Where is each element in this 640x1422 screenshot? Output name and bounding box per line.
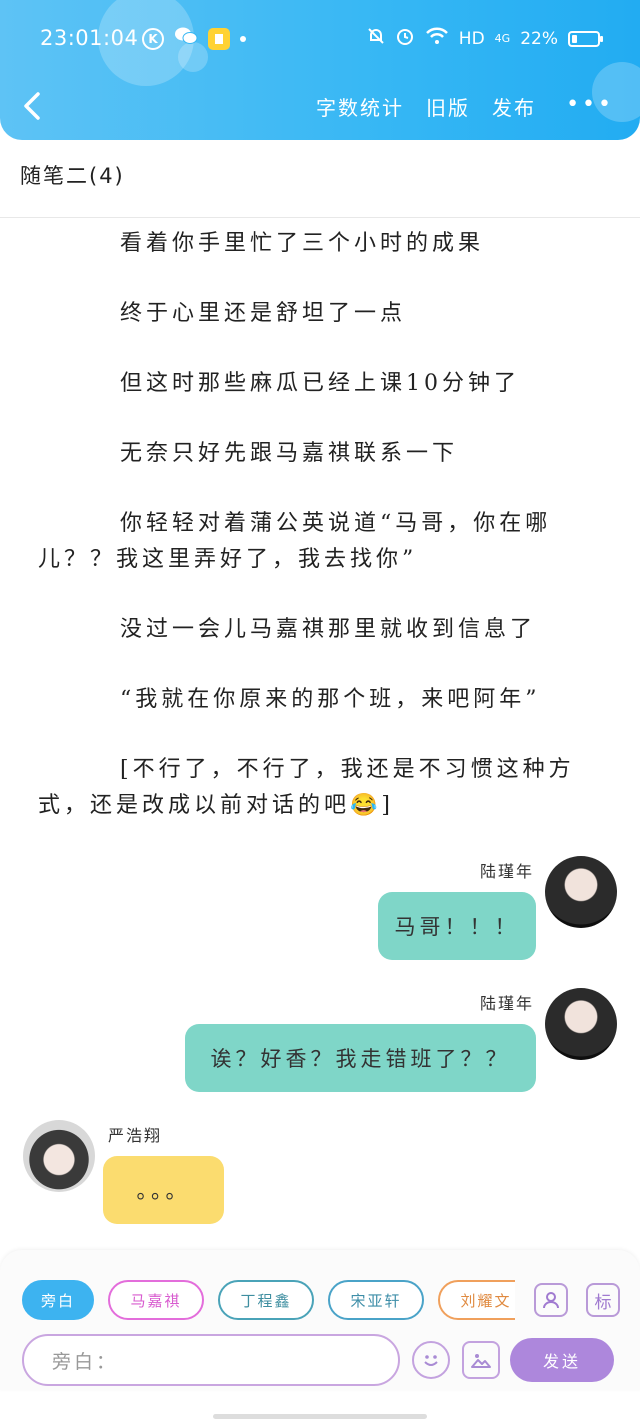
chevron-left-icon	[24, 92, 40, 120]
back-button[interactable]	[20, 88, 52, 128]
sender-name: 严浩翔	[108, 1126, 163, 1145]
publish-button[interactable]: 发布	[492, 92, 536, 121]
network-type: HD	[458, 28, 485, 49]
more-button[interactable]: •••	[566, 92, 614, 117]
chapter-title[interactable]: 随笔二(4)	[20, 160, 125, 190]
mute-bell-icon	[367, 27, 385, 50]
notification-dot-icon	[240, 35, 246, 42]
wechat-icon	[174, 26, 198, 51]
battery-fill	[572, 34, 577, 43]
old-version-button[interactable]: 旧版	[426, 92, 470, 121]
smiley-icon	[424, 1355, 438, 1366]
message-bubble[interactable]: 。。。	[103, 1156, 224, 1224]
paragraph[interactable]: 但这时那些麻瓜已经上课10分钟了	[38, 366, 608, 402]
image-icon	[471, 1354, 491, 1368]
notes-app-icon	[208, 27, 230, 50]
role-selector: 旁白 马嘉祺 丁程鑫 宋亚轩 刘耀文	[22, 1280, 515, 1320]
send-button[interactable]: 发送	[510, 1338, 614, 1382]
paragraph[interactable]: 没过一会儿马嘉祺那里就收到信息了	[38, 612, 608, 648]
paragraph[interactable]: [不行了，不行了，我还是不习惯这种方式，还是改成以前对话的吧😂]	[38, 752, 608, 824]
battery-icon	[568, 30, 603, 47]
chat-message[interactable]: 陆瑾年 马哥！！！	[0, 850, 640, 970]
battery-percent: 22%	[520, 28, 558, 49]
role-liu-yaowen-chip[interactable]: 刘耀文	[438, 1280, 515, 1320]
image-button[interactable]	[462, 1341, 500, 1379]
message-bubble[interactable]: 诶？好香？我走错班了？？	[185, 1024, 536, 1092]
home-indicator[interactable]	[213, 1414, 427, 1419]
paragraph[interactable]: 你轻轻对着蒲公英说道“马哥，你在哪儿？？我这里弄好了，我去找你”	[38, 506, 608, 578]
role-song-yaxuan-chip[interactable]: 宋亚轩	[328, 1280, 424, 1320]
paragraph[interactable]: “我就在你原来的那个班，来吧阿年”	[38, 682, 608, 718]
role-manage-button[interactable]	[534, 1283, 568, 1317]
role-ding-chengxin-chip[interactable]: 丁程鑫	[218, 1280, 314, 1320]
alarm-icon	[395, 26, 415, 51]
avatar[interactable]	[545, 856, 617, 928]
status-bar: 23:01:04 K HD 4G 22%	[0, 22, 640, 58]
role-ma-jiaqi-chip[interactable]: 马嘉祺	[108, 1280, 204, 1320]
avatar[interactable]	[23, 1120, 95, 1192]
paragraph[interactable]: 无奈只好先跟马嘉祺联系一下	[38, 436, 608, 472]
sender-name: 陆瑾年	[479, 862, 534, 881]
composer-panel: 旁白 马嘉祺 丁程鑫 宋亚轩 刘耀文 标 旁白： 发送	[0, 1250, 640, 1390]
message-input[interactable]: 旁白：	[22, 1334, 400, 1386]
story-content: 看着你手里忙了三个小时的成果 终于心里还是舒坦了一点 但这时那些麻瓜已经上课10…	[38, 226, 608, 858]
status-time: 23:01:04	[40, 26, 139, 50]
app-header: 23:01:04 K HD 4G 22% 字数统计 旧版 发布 •••	[0, 0, 640, 140]
tag-button[interactable]: 标	[586, 1283, 620, 1317]
nav-bar: 字数统计 旧版 发布 •••	[0, 86, 640, 130]
word-count-button[interactable]: 字数统计	[316, 92, 404, 121]
sender-name: 陆瑾年	[479, 994, 534, 1013]
emoji-button[interactable]	[412, 1341, 450, 1379]
signal-type: 4G	[494, 32, 511, 45]
wifi-icon	[425, 27, 449, 50]
role-narrator-chip[interactable]: 旁白	[22, 1280, 94, 1320]
message-bubble[interactable]: 马哥！！！	[378, 892, 536, 960]
divider	[0, 217, 640, 218]
chat-message[interactable]: 严浩翔 。。。	[0, 1116, 640, 1236]
person-card-icon	[543, 1292, 559, 1309]
chat-message[interactable]: 陆瑾年 诶？好香？我走错班了？？	[0, 982, 640, 1102]
paragraph[interactable]: 终于心里还是舒坦了一点	[38, 296, 608, 332]
avatar[interactable]	[545, 988, 617, 1060]
k-app-icon: K	[142, 27, 164, 50]
paragraph[interactable]: 看着你手里忙了三个小时的成果	[38, 226, 608, 262]
